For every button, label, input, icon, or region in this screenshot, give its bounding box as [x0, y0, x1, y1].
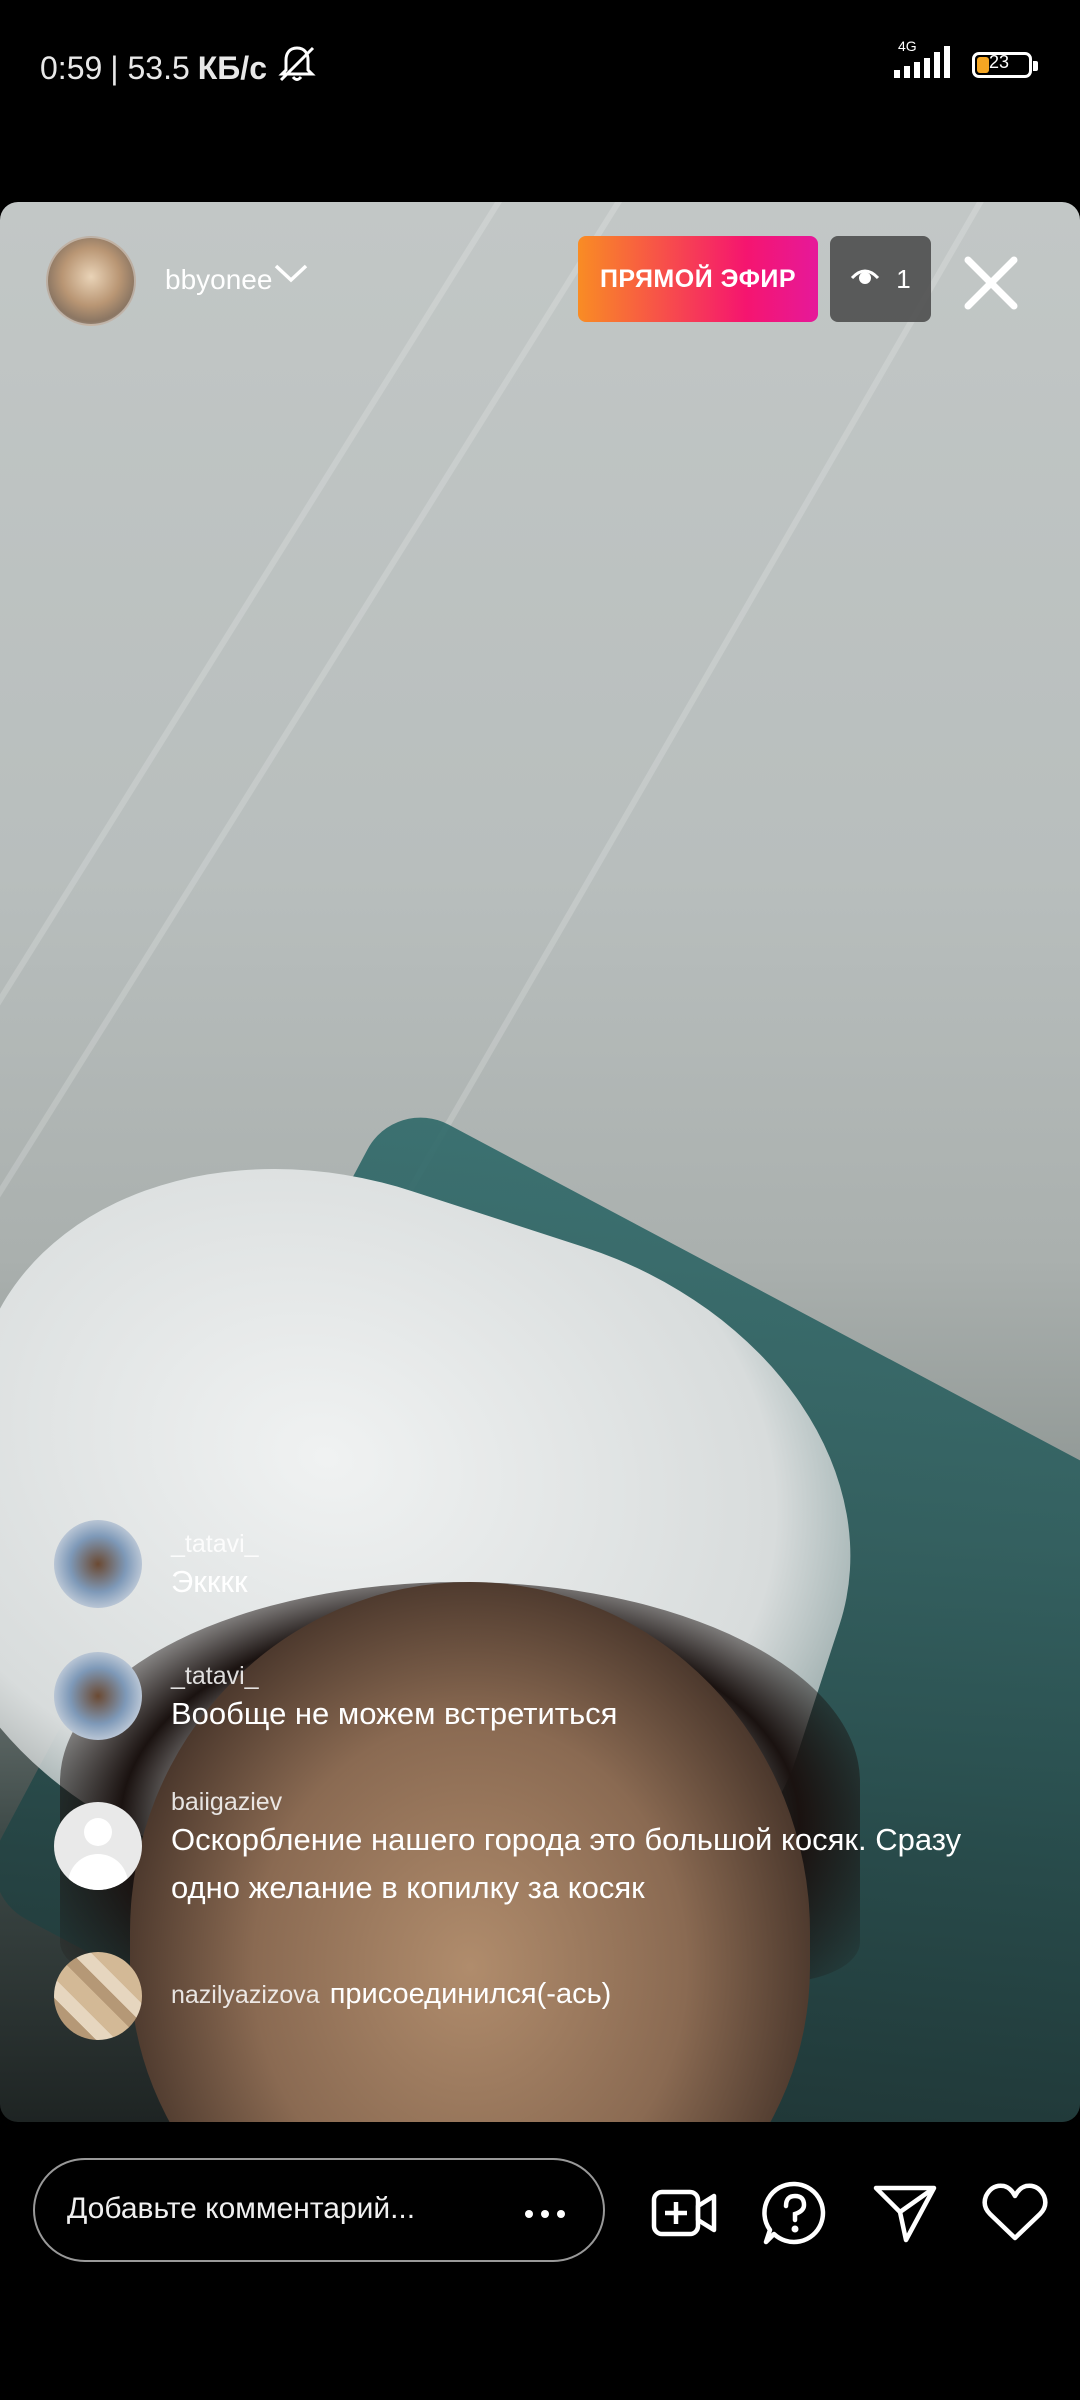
- battery-fill: [977, 56, 989, 73]
- join-row: nazilyazizova присоединился(-ась): [171, 1978, 611, 2011]
- bottom-bar: Добавьте комментарий...: [0, 2150, 1080, 2270]
- viewer-count-button[interactable]: 1: [830, 236, 931, 322]
- default-avatar-body: [68, 1854, 128, 1890]
- comment-username[interactable]: _tatavi_: [171, 1530, 259, 1559]
- commenter-avatar[interactable]: [54, 1520, 142, 1608]
- add-video-icon[interactable]: [650, 2178, 720, 2248]
- status-left: 0:59 | 53.5 КБ/с: [40, 44, 319, 92]
- clock: 0:59: [40, 49, 103, 86]
- signal-icon: 4G: [892, 38, 958, 85]
- live-header: bbyonee ПРЯМОЙ ЭФИР 1: [0, 236, 1080, 326]
- battery-icon: 23: [972, 51, 1038, 78]
- viewer-count: 1: [896, 263, 911, 294]
- live-badge: ПРЯМОЙ ЭФИР: [578, 236, 818, 322]
- comment-username[interactable]: _tatavi_: [171, 1662, 259, 1691]
- comment-text: Экккк: [171, 1564, 248, 1599]
- status-right: 4G 23: [892, 38, 1038, 85]
- question-icon[interactable]: [760, 2178, 830, 2248]
- eye-icon: [850, 264, 880, 295]
- live-badge-label: ПРЯМОЙ ЭФИР: [599, 264, 797, 293]
- joiner-avatar[interactable]: [54, 1952, 142, 2040]
- comment-text: Вообще не можем встретиться: [171, 1696, 618, 1731]
- commenter-avatar[interactable]: [54, 1652, 142, 1740]
- comment-placeholder: Добавьте комментарий...: [67, 2192, 416, 2225]
- network-type: 4G: [898, 38, 917, 54]
- close-icon[interactable]: [960, 252, 1022, 314]
- heart-icon[interactable]: [980, 2178, 1050, 2248]
- commenter-avatar[interactable]: [54, 1802, 142, 1890]
- send-icon[interactable]: [870, 2178, 940, 2248]
- host-username[interactable]: bbyonee: [165, 264, 272, 296]
- host-avatar[interactable]: [46, 236, 136, 326]
- comment-text: Оскорбление нашего города это большой ко…: [171, 1822, 962, 1905]
- joiner-username[interactable]: nazilyazizova: [171, 1981, 320, 2010]
- status-bar: 0:59 | 53.5 КБ/с 4G 23: [0, 0, 1080, 130]
- network-speed: | 53.5: [110, 49, 190, 86]
- chevron-down-icon[interactable]: [272, 258, 310, 288]
- comment-input[interactable]: Добавьте комментарий...: [33, 2158, 605, 2262]
- default-avatar-head: [84, 1818, 112, 1846]
- comment-username[interactable]: baiigaziev: [171, 1788, 282, 1817]
- battery-level: 23: [989, 51, 1010, 72]
- more-options-icon[interactable]: [525, 2210, 565, 2218]
- join-text: присоединился(-ась): [329, 1978, 612, 2010]
- mute-bell-icon: [275, 44, 319, 92]
- network-speed-unit: КБ/с: [197, 49, 267, 86]
